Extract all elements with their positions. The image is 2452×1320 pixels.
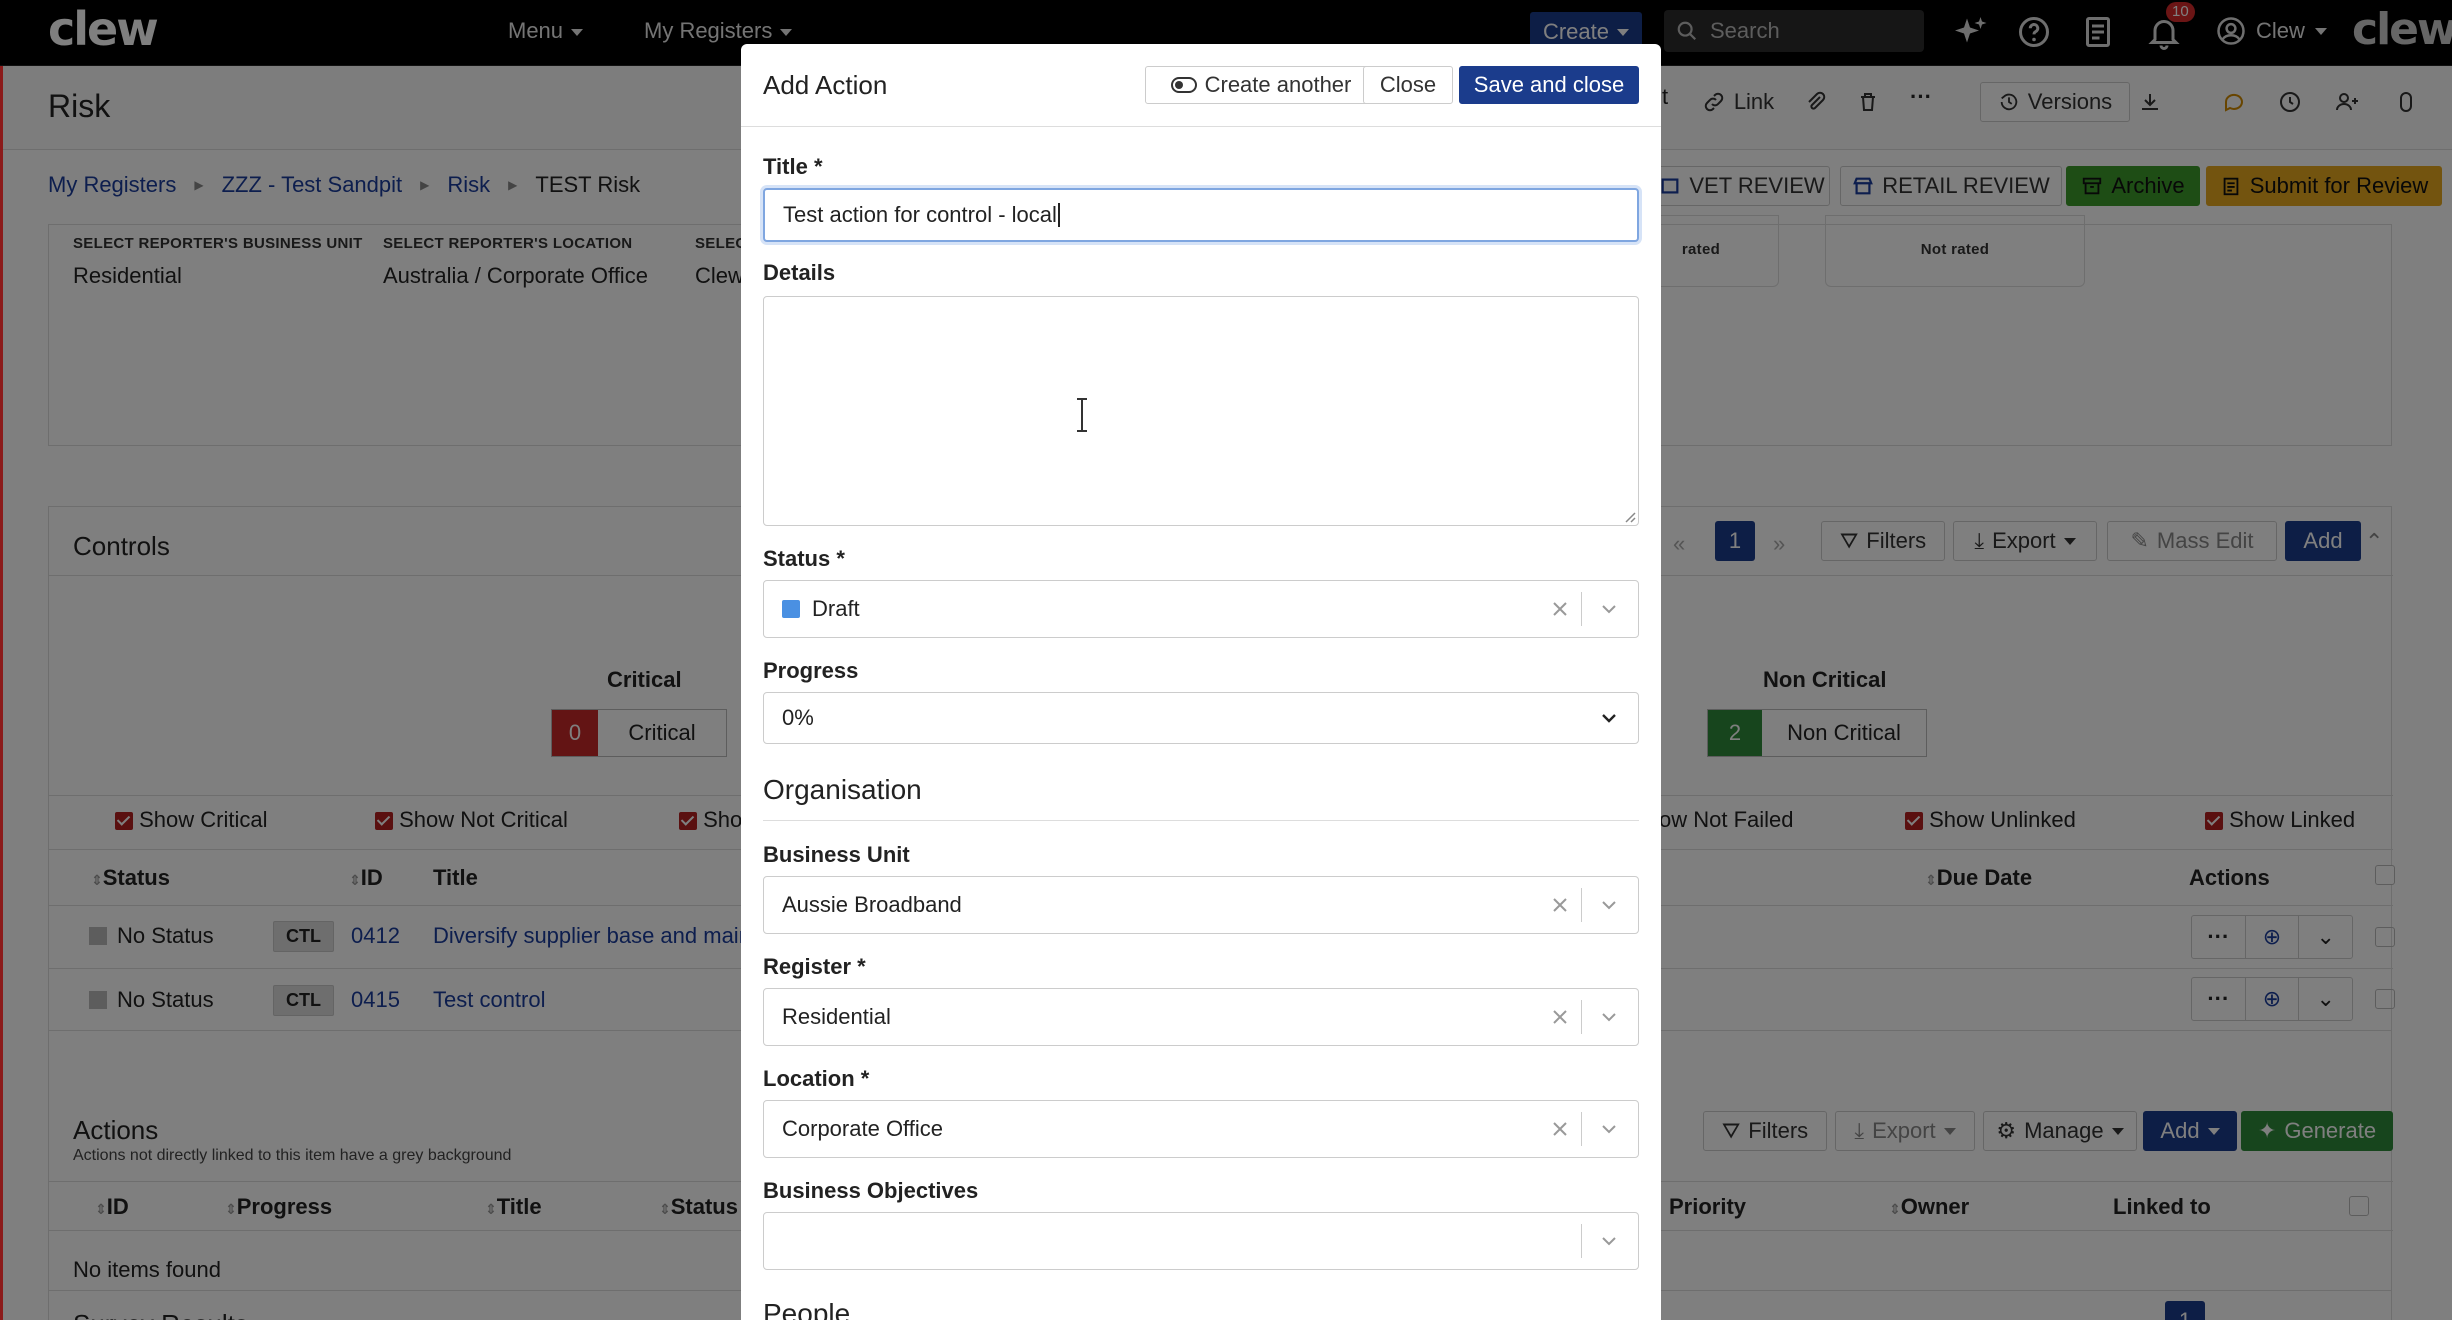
clear-icon[interactable] — [1550, 599, 1570, 619]
resize-handle-icon[interactable] — [1622, 509, 1636, 523]
status-value: Draft — [812, 596, 860, 621]
clear-icon[interactable] — [1550, 1119, 1570, 1139]
status-label: Status * — [763, 546, 845, 571]
register-value: Residential — [782, 1004, 891, 1029]
location-select[interactable]: Corporate Office — [763, 1100, 1639, 1158]
status-color-swatch — [782, 600, 800, 618]
modal-header-divider — [741, 126, 1661, 127]
add-action-modal: Add Action Create another Close Save and… — [741, 44, 1661, 1320]
clear-icon[interactable] — [1550, 1007, 1570, 1027]
title-input-value: Test action for control - local — [783, 202, 1057, 227]
create-another-label: Create another — [1204, 72, 1352, 97]
title-input[interactable]: Test action for control - local — [763, 188, 1639, 242]
register-select[interactable]: Residential — [763, 988, 1639, 1046]
chevron-down-icon — [1602, 714, 1616, 723]
progress-value: 0% — [782, 705, 814, 730]
business-objectives-label: Business Objectives — [763, 1178, 979, 1203]
progress-select[interactable]: 0% — [763, 692, 1639, 744]
people-heading: People — [763, 1298, 851, 1320]
chevron-down-icon[interactable] — [1598, 894, 1620, 916]
left-edge-accent — [0, 66, 3, 1320]
text-cursor-icon — [1077, 398, 1087, 432]
create-another-toggle[interactable]: Create another — [1145, 66, 1377, 104]
select-separator — [1581, 888, 1582, 922]
business-objectives-select[interactable] — [763, 1212, 1639, 1270]
register-label: Register * — [763, 954, 866, 979]
details-textarea[interactable] — [763, 296, 1639, 526]
chevron-down-icon[interactable] — [1598, 1006, 1620, 1028]
status-select[interactable]: Draft — [763, 580, 1639, 638]
select-separator — [1581, 1224, 1582, 1258]
clear-icon[interactable] — [1550, 895, 1570, 915]
business-unit-value: Aussie Broadband — [782, 892, 962, 917]
select-separator — [1581, 592, 1582, 626]
business-unit-select[interactable]: Aussie Broadband — [763, 876, 1639, 934]
chevron-down-icon[interactable] — [1598, 598, 1620, 620]
business-unit-label: Business Unit — [763, 842, 910, 867]
save-and-close-button[interactable]: Save and close — [1459, 66, 1639, 104]
select-separator — [1581, 1000, 1582, 1034]
progress-label: Progress — [763, 658, 859, 683]
organisation-heading: Organisation — [763, 774, 922, 805]
details-label: Details — [763, 260, 836, 285]
close-button[interactable]: Close — [1363, 66, 1453, 104]
location-label: Location * — [763, 1066, 870, 1091]
text-cursor — [1057, 203, 1060, 227]
toggle-icon — [1170, 77, 1197, 93]
section-divider — [763, 820, 1639, 821]
location-value: Corporate Office — [782, 1116, 944, 1141]
chevron-down-icon[interactable] — [1598, 1230, 1620, 1252]
select-separator — [1581, 1112, 1582, 1146]
modal-title: Add Action — [763, 70, 888, 100]
chevron-down-icon[interactable] — [1598, 1118, 1620, 1140]
title-label: Title * — [763, 154, 823, 179]
